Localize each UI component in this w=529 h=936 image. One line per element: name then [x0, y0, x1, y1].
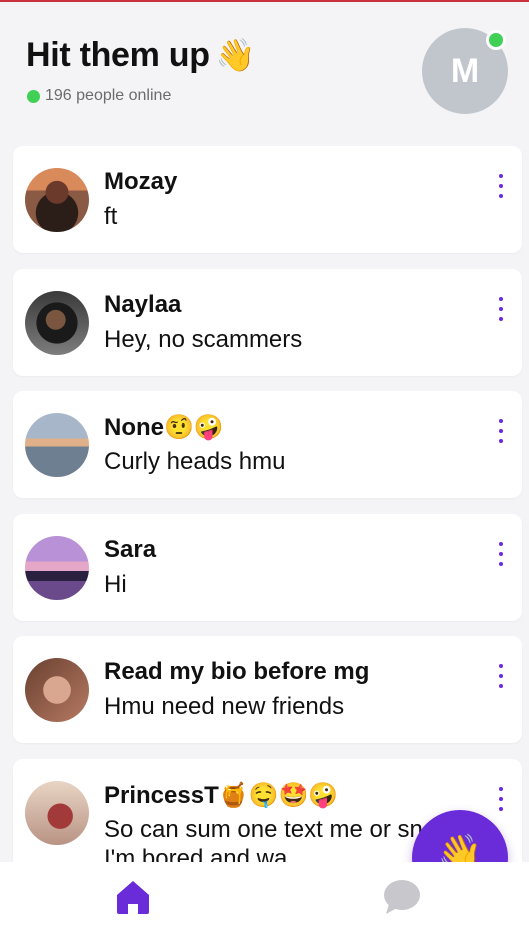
more-options-icon[interactable]: [497, 664, 505, 688]
message-preview: Hi: [104, 571, 127, 598]
online-dot-icon: [27, 89, 40, 103]
conversation-list[interactable]: Mozay ft Naylaa Hey, no scammers None🤨🤪 …: [0, 146, 529, 862]
more-options-icon[interactable]: [497, 542, 505, 566]
message-preview: Hey, no scammers: [104, 326, 303, 353]
waving-hand-icon: 👋: [215, 37, 256, 73]
more-options-icon[interactable]: [497, 297, 505, 321]
avatar[interactable]: [25, 413, 89, 477]
avatar[interactable]: [25, 291, 89, 355]
online-count: 196 people online: [27, 87, 171, 105]
conversation-card[interactable]: Read my bio before mg Hmu need new frien…: [13, 636, 522, 743]
avatar-initial: M: [450, 51, 480, 90]
conversation-card[interactable]: None🤨🤪 Curly heads hmu: [13, 391, 522, 498]
contact-name: Mozay: [104, 168, 178, 195]
home-icon: [117, 881, 149, 914]
more-options-icon[interactable]: [497, 174, 505, 198]
conversation-card[interactable]: Sara Hi: [13, 514, 522, 621]
avatar[interactable]: [25, 168, 89, 232]
contact-name: None🤨🤪: [104, 414, 224, 441]
online-count-text: 196 people online: [45, 87, 172, 104]
online-status-icon: [486, 30, 506, 50]
header: Hit them up 👋 196 people online M: [0, 2, 529, 140]
contact-name: Sara: [104, 536, 157, 563]
message-preview: ft: [104, 203, 118, 230]
page-title: Hit them up 👋: [26, 36, 256, 75]
avatar[interactable]: [25, 781, 89, 845]
message-preview: Hmu need new friends: [104, 693, 345, 720]
avatar[interactable]: [25, 658, 89, 722]
message-preview: Curly heads hmu: [104, 448, 286, 475]
conversation-card[interactable]: Mozay ft: [13, 146, 522, 253]
contact-name: PrincessT🍯🤤🤩🤪: [104, 782, 339, 809]
bottom-tab-bar: [0, 862, 529, 936]
chat-bubble-icon: [384, 880, 420, 914]
page-title-text: Hit them up: [26, 36, 210, 74]
avatar[interactable]: [25, 536, 89, 600]
more-options-icon[interactable]: [497, 787, 505, 811]
tab-chats[interactable]: [381, 876, 423, 918]
conversation-card[interactable]: Naylaa Hey, no scammers: [13, 269, 522, 376]
tab-home[interactable]: [112, 876, 154, 918]
more-options-icon[interactable]: [497, 419, 505, 443]
contact-name: Naylaa: [104, 291, 182, 318]
my-profile-avatar[interactable]: M: [422, 28, 508, 114]
contact-name: Read my bio before mg: [104, 658, 370, 685]
